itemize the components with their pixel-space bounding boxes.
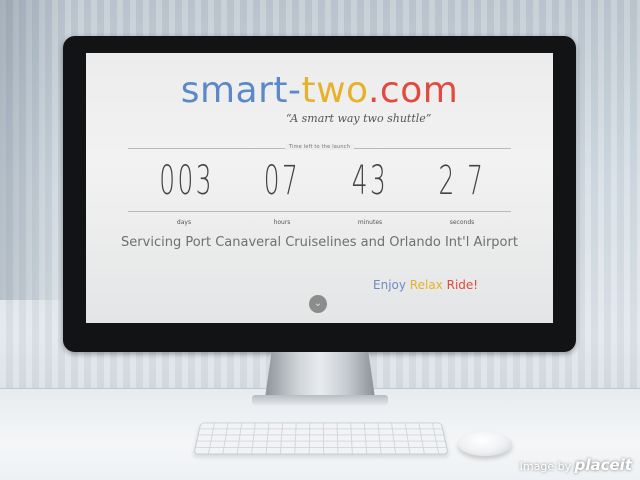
image-credit: Image by placeit: [514, 456, 632, 474]
scroll-down-button[interactable]: ⌄: [309, 295, 327, 313]
countdown-minutes-value: 43: [351, 158, 389, 204]
website-screen: smart-two.com “A smart way two shuttle” …: [86, 53, 553, 323]
countdown-hours-value: 07: [263, 158, 301, 204]
monitor-stand: [265, 352, 375, 398]
enjoy-word: Enjoy: [373, 278, 406, 292]
bottom-divider: [128, 211, 511, 212]
chevron-down-icon: ⌄: [313, 298, 323, 309]
enjoy-relax-ride: Enjoy Relax Ride!: [373, 278, 513, 292]
countdown-seconds: 2 7 seconds: [422, 159, 502, 226]
background-shadow: [0, 0, 70, 300]
ride-word: Ride!: [446, 278, 479, 292]
countdown-days: 003 days: [144, 159, 224, 226]
launch-label-text: Time left to the launch: [284, 144, 355, 150]
countdown-minutes-label: minutes: [357, 219, 383, 226]
launch-label: Time left to the launch: [86, 144, 553, 150]
countdown-days-value: 003: [159, 158, 214, 204]
credit-prefix: Image by: [519, 460, 572, 473]
placeit-logo: placeit: [574, 456, 632, 474]
keyboard: [193, 422, 449, 455]
apple-logo-icon: [309, 328, 323, 342]
tagline: “A smart way two shuttle”: [286, 112, 432, 125]
countdown-seconds-label: seconds: [449, 219, 475, 226]
countdown-seconds-value: 2 7: [438, 158, 486, 204]
monitor-stand-foot: [252, 395, 388, 405]
countdown-hours-label: hours: [273, 219, 291, 226]
countdown-minutes: 43 minutes: [330, 159, 410, 226]
title-part-smart: smart-: [180, 70, 302, 111]
service-text: Servicing Port Canaveral Cruiselines and…: [121, 235, 518, 250]
title-part-two: two: [301, 70, 368, 111]
site-title[interactable]: smart-two.com: [86, 69, 553, 113]
title-part-com: .com: [367, 70, 459, 111]
relax-word: Relax: [409, 278, 443, 292]
countdown: 003 days 07 hours 43 minutes 2 7 seconds: [134, 159, 514, 226]
countdown-days-label: days: [176, 219, 192, 226]
mouse: [458, 432, 512, 456]
countdown-hours: 07 hours: [242, 159, 322, 226]
